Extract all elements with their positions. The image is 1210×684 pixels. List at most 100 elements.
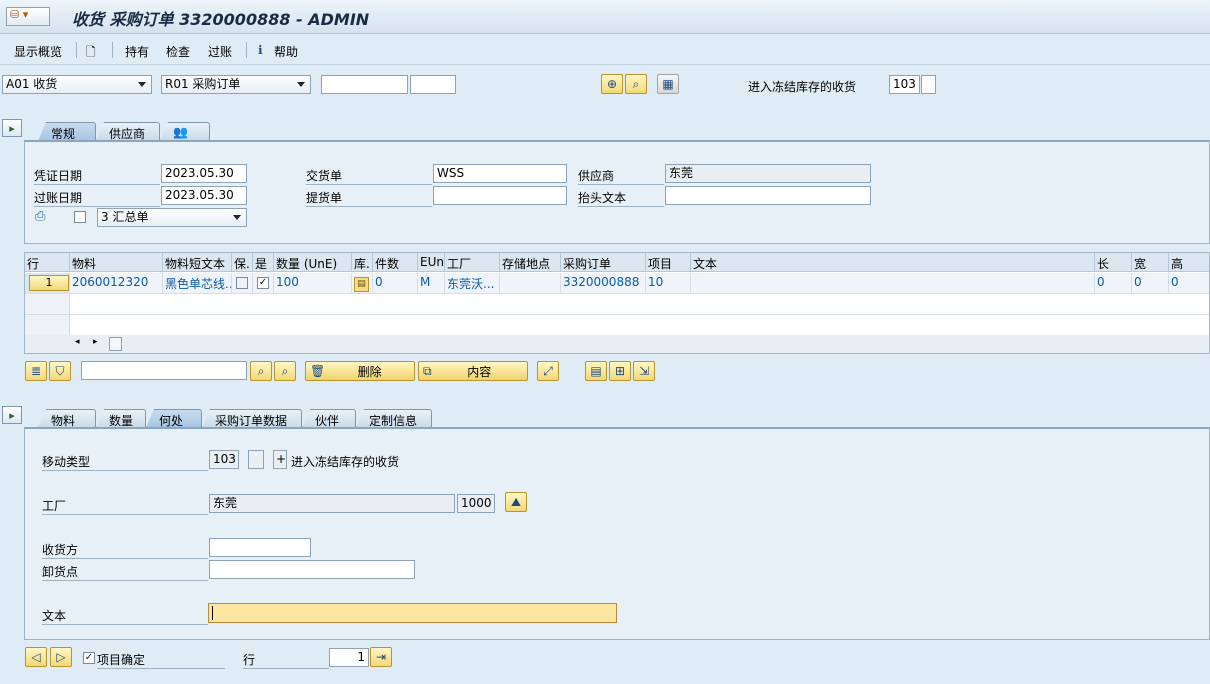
application-toolbar: 显示概览 🗋 持有 检查 过账 ℹ 帮助 bbox=[0, 35, 1210, 65]
find-icon[interactable]: ⌕ bbox=[625, 74, 647, 94]
help-button[interactable]: 帮助 bbox=[274, 43, 298, 60]
transfer-icon[interactable]: ⇲ bbox=[633, 361, 655, 381]
cell-sloc[interactable] bbox=[500, 273, 561, 294]
cell-plant[interactable]: 东莞沃... bbox=[445, 273, 500, 294]
scroll-thumb[interactable] bbox=[109, 337, 122, 351]
keep-checkbox[interactable] bbox=[236, 277, 248, 289]
select-all-icon[interactable]: ≣ bbox=[25, 361, 47, 381]
column-header[interactable]: 物料短文本 bbox=[163, 253, 232, 272]
detail-toggle-icon[interactable]: ▸ bbox=[2, 406, 22, 424]
movement-type-input[interactable]: 103 bbox=[889, 75, 920, 94]
cell-item[interactable]: 10 bbox=[646, 273, 691, 294]
settings-grid-icon[interactable]: ▦ bbox=[657, 74, 679, 94]
cell-text[interactable] bbox=[691, 273, 1095, 294]
cell-material[interactable]: 2060012320 bbox=[70, 273, 163, 294]
system-menu-icon[interactable]: ⛁ ▾ bbox=[6, 7, 50, 26]
reference-select[interactable]: R01 采购订单 bbox=[161, 75, 311, 94]
column-header[interactable]: EUn bbox=[418, 253, 445, 272]
po-item-input[interactable] bbox=[410, 75, 456, 94]
column-header[interactable]: 库. bbox=[352, 253, 373, 272]
previous-item-icon[interactable]: ◁ bbox=[25, 647, 47, 667]
cell-ok[interactable]: ✓ bbox=[253, 273, 274, 294]
text-input[interactable] bbox=[208, 603, 617, 623]
recipient-input[interactable] bbox=[209, 538, 311, 557]
tab-vendor[interactable]: 供应商 bbox=[96, 122, 160, 141]
column-header[interactable]: 高 bbox=[1169, 253, 1209, 272]
column-header[interactable]: 存储地点 bbox=[500, 253, 561, 272]
slip-select[interactable]: 3 汇总单 bbox=[97, 208, 247, 227]
next-item-icon[interactable]: ▷ bbox=[50, 647, 72, 667]
add-item-icon[interactable]: ⊞ bbox=[609, 361, 631, 381]
execute-icon[interactable]: ⊕ bbox=[601, 74, 623, 94]
cell-keep[interactable] bbox=[232, 273, 253, 294]
go-to-line-icon[interactable]: ⇥ bbox=[370, 647, 392, 667]
column-header[interactable]: 文本 bbox=[691, 253, 1095, 272]
expand-icon[interactable]: ⤢ bbox=[537, 361, 559, 381]
check-button[interactable]: 检查 bbox=[166, 43, 190, 60]
unload-input[interactable] bbox=[209, 560, 415, 579]
scroll-left-icon[interactable]: ◂ bbox=[75, 337, 80, 347]
cell-po[interactable]: 3320000888 bbox=[561, 273, 646, 294]
po-number-input[interactable] bbox=[321, 75, 408, 94]
cell-qty[interactable]: 100 bbox=[274, 273, 352, 294]
find-next-icon[interactable]: ⌕ bbox=[274, 361, 296, 381]
delete-button[interactable]: 🗑 删除 bbox=[305, 361, 415, 381]
cell-width[interactable]: 0 bbox=[1132, 273, 1169, 294]
tab-custom-info[interactable]: 定制信息 bbox=[356, 409, 432, 428]
table-row[interactable]: 1 bbox=[25, 273, 70, 294]
mvt-ind-field bbox=[248, 450, 264, 469]
content-button[interactable]: ⧉ 内容 bbox=[418, 361, 528, 381]
column-header[interactable]: 行 bbox=[25, 253, 70, 272]
printer-icon[interactable]: ⎙ bbox=[35, 209, 45, 224]
horizontal-scrollbar[interactable]: ◂ ▸ bbox=[25, 335, 1209, 353]
column-header[interactable]: 件数 bbox=[373, 253, 418, 272]
doc-date-input[interactable]: 2023.05.30 bbox=[161, 164, 247, 183]
stock-overview-icon[interactable]: ▤ bbox=[585, 361, 607, 381]
column-header[interactable]: 项目 bbox=[646, 253, 691, 272]
ok-checkbox[interactable]: ✓ bbox=[257, 277, 269, 289]
tab-general[interactable]: 常规 bbox=[38, 122, 96, 141]
row-number[interactable]: 1 bbox=[29, 275, 69, 291]
print-checkbox[interactable] bbox=[74, 211, 86, 223]
new-document-icon[interactable]: 🗋 bbox=[86, 43, 96, 64]
column-header[interactable]: 保. bbox=[232, 253, 253, 272]
action-select[interactable]: A01 收货 bbox=[2, 75, 152, 94]
cell-short-text[interactable]: 黑色单芯线... bbox=[163, 273, 232, 294]
cell-length[interactable]: 0 bbox=[1095, 273, 1132, 294]
cell-height[interactable]: 0 bbox=[1169, 273, 1209, 294]
scroll-right-icon[interactable]: ▸ bbox=[93, 337, 98, 347]
column-header[interactable]: 是 bbox=[253, 253, 274, 272]
tab-partner[interactable]: 伙伴 bbox=[302, 409, 356, 428]
post-button[interactable]: 过账 bbox=[208, 43, 232, 60]
find-icon[interactable]: ⌕ bbox=[250, 361, 272, 381]
tab-quantity[interactable]: 数量 bbox=[96, 409, 146, 428]
cell-eun[interactable]: M bbox=[418, 273, 445, 294]
cell-stock[interactable]: ▤ bbox=[352, 273, 373, 294]
filter-icon[interactable]: ⛉ bbox=[49, 361, 71, 381]
column-header[interactable]: 物料 bbox=[70, 253, 163, 272]
overview-button[interactable]: 显示概览 bbox=[14, 43, 62, 60]
hold-button[interactable]: 持有 bbox=[125, 43, 149, 60]
column-header[interactable]: 采购订单 bbox=[561, 253, 646, 272]
stock-icon[interactable]: ▤ bbox=[354, 277, 369, 292]
unload-label: 卸货点 bbox=[42, 563, 208, 581]
header-text-input[interactable] bbox=[665, 186, 871, 205]
item-ok-checkbox[interactable]: ✓ bbox=[83, 652, 95, 664]
tab-material[interactable]: 物料 bbox=[38, 409, 96, 428]
bill-input[interactable] bbox=[433, 186, 567, 205]
movement-indicator-input[interactable] bbox=[921, 75, 936, 94]
plant-map-icon[interactable]: ⛰ bbox=[505, 492, 527, 512]
tab-contacts[interactable]: 👥 bbox=[160, 122, 210, 141]
tab-where[interactable]: 何处 bbox=[146, 409, 202, 428]
delivery-input[interactable]: WSS bbox=[433, 164, 567, 183]
cell-pieces[interactable]: 0 bbox=[373, 273, 418, 294]
column-header[interactable]: 宽 bbox=[1132, 253, 1169, 272]
header-toggle-icon[interactable]: ▸ bbox=[2, 119, 22, 137]
column-header[interactable]: 工厂 bbox=[445, 253, 500, 272]
tab-po-data[interactable]: 采购订单数据 bbox=[202, 409, 302, 428]
column-header[interactable]: 数量 (UnE) bbox=[274, 253, 352, 272]
line-input[interactable]: 1 bbox=[329, 648, 369, 667]
post-date-input[interactable]: 2023.05.30 bbox=[161, 186, 247, 205]
search-input[interactable] bbox=[81, 361, 247, 380]
column-header[interactable]: 长 bbox=[1095, 253, 1132, 272]
